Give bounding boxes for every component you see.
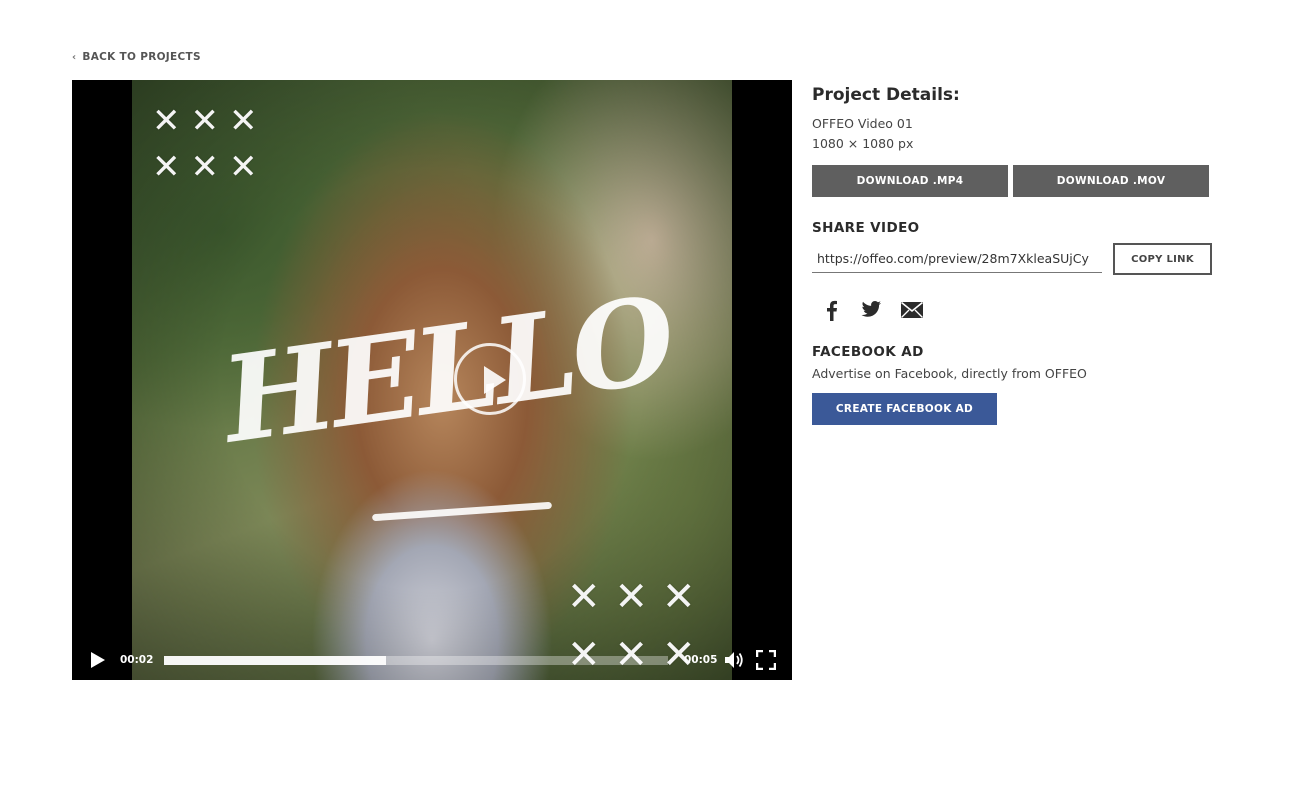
hello-underline [371,501,553,522]
download-mp4-button[interactable]: DOWNLOAD .MP4 [812,165,1008,197]
volume-icon[interactable] [724,651,744,669]
chevron-left-icon: ‹ [72,51,77,63]
twitter-icon[interactable] [860,300,882,320]
create-facebook-ad-button[interactable]: CREATE FACEBOOK AD [812,393,997,425]
play-icon[interactable] [91,652,105,668]
current-time: 00:02 [120,654,154,666]
total-time: 00:05 [684,654,718,666]
progress-bar[interactable] [164,656,668,665]
hello-overlay-text: HELLO [214,269,680,470]
download-buttons: DOWNLOAD .MP4 DOWNLOAD .MOV [812,165,1232,197]
share-video-title: SHARE VIDEO [812,220,920,236]
download-mov-button[interactable]: DOWNLOAD .MOV [1013,165,1209,197]
facebook-icon[interactable] [822,299,842,321]
big-play-button[interactable] [454,343,526,415]
facebook-ad-title: FACEBOOK AD [812,344,924,360]
email-icon[interactable] [900,301,924,319]
hello-overlay: HELLO [215,269,680,540]
copy-link-button[interactable]: COPY LINK [1113,243,1212,275]
share-link-input[interactable] [812,245,1102,273]
back-link-label: BACK TO PROJECTS [82,51,201,63]
decorative-crosses-top: ✕✕✕ ✕✕✕ [152,101,268,187]
project-details-panel: Project Details: OFFEO Video 01 1080 × 1… [812,82,1232,425]
fullscreen-icon[interactable] [755,649,777,671]
social-share-icons [822,299,1232,321]
project-details-title: Project Details: [812,85,960,105]
project-dimensions: 1080 × 1080 px [812,136,914,151]
facebook-ad-description: Advertise on Facebook, directly from OFF… [812,366,1087,381]
project-meta: OFFEO Video 01 1080 × 1080 px [812,114,1232,154]
video-frame[interactable]: ✕✕✕ ✕✕✕ ✕✕✕ ✕✕✕ HELLO [132,80,732,680]
project-name: OFFEO Video 01 [812,116,913,131]
share-link-row: COPY LINK [812,243,1232,275]
video-controls: 00:02 00:05 [72,640,792,680]
video-player[interactable]: ✕✕✕ ✕✕✕ ✕✕✕ ✕✕✕ HELLO 00:02 00:05 [72,80,792,680]
back-to-projects-link[interactable]: ‹ BACK TO PROJECTS [72,51,201,63]
progress-fill [164,656,386,665]
